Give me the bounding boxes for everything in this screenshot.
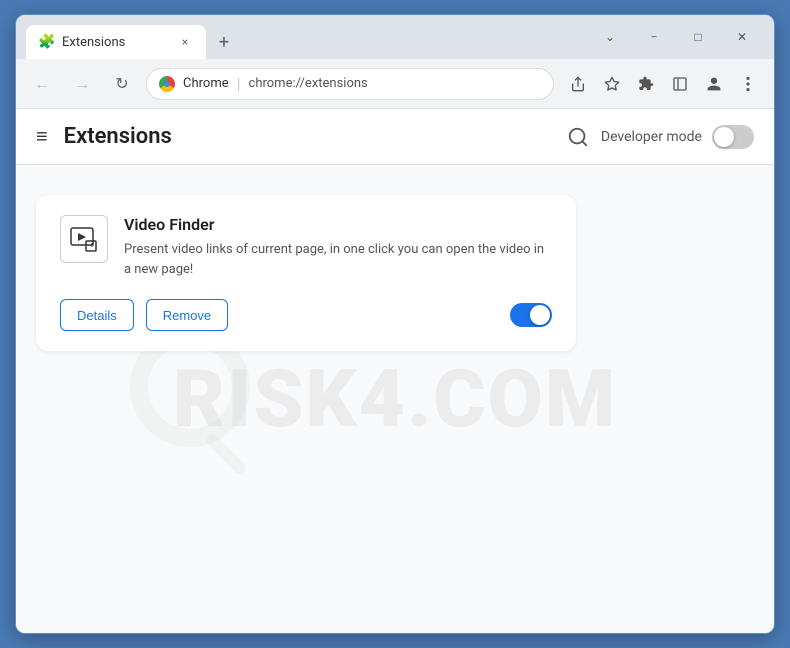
back-button[interactable]: ← xyxy=(26,68,58,100)
developer-mode-toggle[interactable] xyxy=(712,125,754,149)
minimize-button[interactable]: − xyxy=(632,23,676,51)
remove-button[interactable]: Remove xyxy=(146,299,228,331)
share-button[interactable] xyxy=(562,68,594,100)
extension-description: Present video links of current page, in … xyxy=(124,240,552,279)
window-controls: ⌄ − □ ✕ xyxy=(588,23,764,51)
reload-button[interactable]: ↻ xyxy=(106,68,138,100)
browser-window: 🧩 Extensions × + ⌄ − □ ✕ ← → ↻ Chrome | … xyxy=(15,14,775,634)
dev-mode-label: Developer mode xyxy=(601,129,702,145)
extensions-main: RISK4.COM Video Finder xyxy=(16,165,774,633)
tab-favicon: 🧩 xyxy=(38,34,54,50)
toolbar-icons xyxy=(562,68,764,100)
close-button[interactable]: ✕ xyxy=(720,23,764,51)
extension-toggle[interactable] xyxy=(510,303,552,327)
site-name: Chrome xyxy=(183,76,229,91)
profile-button[interactable] xyxy=(698,68,730,100)
page-content: ≡ Extensions Developer mode RISK4.COM xyxy=(16,109,774,633)
search-icon[interactable] xyxy=(567,126,589,148)
card-top: Video Finder Present video links of curr… xyxy=(60,215,552,279)
video-finder-icon xyxy=(68,223,100,255)
sidebar-menu-icon[interactable]: ≡ xyxy=(36,124,48,149)
extensions-header: ≡ Extensions Developer mode xyxy=(16,109,774,165)
extension-icon xyxy=(60,215,108,263)
menu-button[interactable] xyxy=(732,68,764,100)
extension-name: Video Finder xyxy=(124,215,552,234)
toggle-knob xyxy=(714,127,734,147)
details-button[interactable]: Details xyxy=(60,299,134,331)
card-bottom: Details Remove xyxy=(60,299,552,331)
forward-button[interactable]: → xyxy=(66,68,98,100)
chrome-logo-icon xyxy=(159,76,175,92)
toolbar: ← → ↻ Chrome | chrome://extensions xyxy=(16,59,774,109)
tab-close-button[interactable]: × xyxy=(176,33,194,51)
bookmark-button[interactable] xyxy=(596,68,628,100)
extensions-button[interactable] xyxy=(630,68,662,100)
chevron-down-button[interactable]: ⌄ xyxy=(588,23,632,51)
active-tab[interactable]: 🧩 Extensions × xyxy=(26,25,206,59)
extension-toggle-knob xyxy=(530,305,550,325)
extension-card: Video Finder Present video links of curr… xyxy=(36,195,576,351)
sidebar-button[interactable] xyxy=(664,68,696,100)
maximize-button[interactable]: □ xyxy=(676,23,720,51)
address-url: chrome://extensions xyxy=(249,76,368,91)
watermark-text: RISK4.COM xyxy=(173,352,617,446)
extension-info: Video Finder Present video links of curr… xyxy=(124,215,552,279)
tab-title: Extensions xyxy=(62,35,168,50)
address-divider: | xyxy=(237,74,241,93)
title-bar: 🧩 Extensions × + ⌄ − □ ✕ xyxy=(16,15,774,59)
new-tab-button[interactable]: + xyxy=(210,28,238,56)
page-title: Extensions xyxy=(64,124,567,149)
address-bar[interactable]: Chrome | chrome://extensions xyxy=(146,68,554,100)
